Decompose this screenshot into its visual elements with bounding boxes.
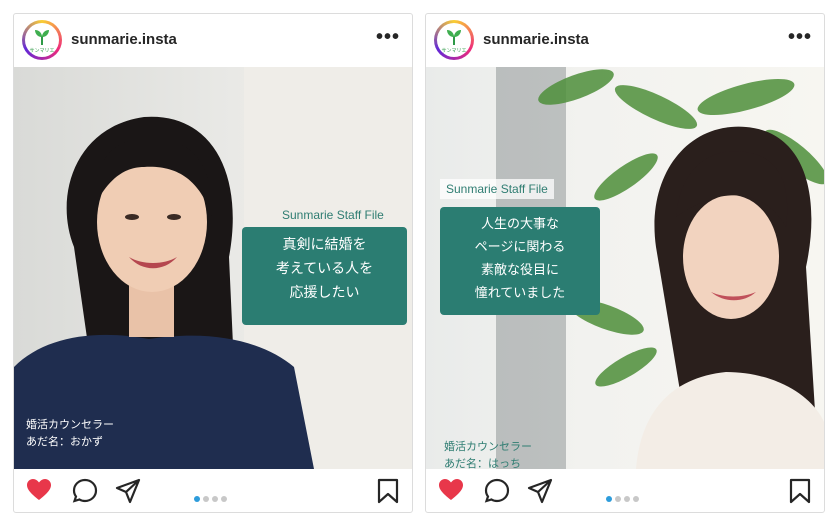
post-header: サンマリエ sunmarie.insta ••• bbox=[426, 14, 824, 66]
caption-block: 人生の大事な ページに関わる 素敵な役目に 憧れていました bbox=[440, 207, 600, 315]
carousel-indicator bbox=[194, 489, 230, 507]
carousel-dot bbox=[221, 496, 227, 502]
carousel-dot bbox=[633, 496, 639, 502]
caption-line: 憧れていました bbox=[474, 286, 566, 301]
staff-file-label: Sunmarie Staff File bbox=[282, 208, 384, 222]
caption-line: 素敵な役目に bbox=[480, 263, 559, 278]
carousel-dot bbox=[203, 496, 209, 502]
action-bar bbox=[14, 470, 412, 512]
role-text: 婚活カウンセラー あだ名：はっち bbox=[444, 439, 532, 469]
avatar[interactable]: サンマリエ bbox=[22, 20, 62, 60]
comment-icon[interactable] bbox=[72, 478, 98, 504]
caption-line: 真剣に結婚を bbox=[282, 237, 367, 253]
role-title: 婚活カウンセラー bbox=[444, 441, 532, 453]
staff-file-label: Sunmarie Staff File bbox=[440, 179, 554, 199]
bookmark-icon[interactable] bbox=[789, 478, 811, 504]
more-options-icon[interactable]: ••• bbox=[376, 26, 400, 49]
caption-line: 人生の大事な bbox=[480, 217, 559, 232]
action-bar bbox=[426, 470, 824, 512]
post-photo[interactable]: Sunmarie Staff File 人生の大事な ページに関わる 素敵な役目… bbox=[426, 67, 824, 469]
username[interactable]: sunmarie.insta bbox=[71, 31, 177, 48]
caption-block: 真剣に結婚を 考えている人を 応援したい bbox=[242, 227, 407, 325]
leaf-logo-icon bbox=[35, 30, 49, 45]
instagram-post-1: サンマリエ sunmarie.insta ••• Sunmarie Staff … bbox=[13, 13, 413, 513]
comment-icon[interactable] bbox=[484, 478, 510, 504]
avatar-label: サンマリエ bbox=[29, 48, 55, 54]
share-icon[interactable] bbox=[527, 478, 553, 504]
post-photo[interactable]: Sunmarie Staff File 真剣に結婚を 考えている人を 応援したい… bbox=[14, 67, 412, 469]
carousel-dot-active bbox=[194, 496, 200, 502]
more-options-icon[interactable]: ••• bbox=[788, 26, 812, 49]
share-icon[interactable] bbox=[115, 478, 141, 504]
role-text: 婚活カウンセラー あだ名：おかず bbox=[26, 417, 114, 451]
heart-icon[interactable] bbox=[26, 478, 52, 502]
carousel-indicator bbox=[606, 489, 642, 507]
avatar-label: サンマリエ bbox=[441, 48, 467, 54]
instagram-post-2: サンマリエ sunmarie.insta ••• Sunmarie Staff … bbox=[425, 13, 825, 513]
post-header: サンマリエ sunmarie.insta ••• bbox=[14, 14, 412, 66]
caption-line: ページに関わる bbox=[474, 240, 566, 255]
carousel-dot bbox=[615, 496, 621, 502]
carousel-dot bbox=[212, 496, 218, 502]
username[interactable]: sunmarie.insta bbox=[483, 31, 589, 48]
leaf-logo-icon bbox=[447, 30, 461, 45]
caption-line: 考えている人を bbox=[275, 261, 374, 277]
carousel-dot bbox=[624, 496, 630, 502]
avatar[interactable]: サンマリエ bbox=[434, 20, 474, 60]
caption-line: 応援したい bbox=[289, 285, 360, 301]
bookmark-icon[interactable] bbox=[377, 478, 399, 504]
nickname: あだ名：おかず bbox=[26, 436, 103, 448]
nickname: あだ名：はっち bbox=[444, 458, 521, 469]
carousel-dot-active bbox=[606, 496, 612, 502]
role-title: 婚活カウンセラー bbox=[26, 419, 114, 431]
heart-icon[interactable] bbox=[438, 478, 464, 502]
